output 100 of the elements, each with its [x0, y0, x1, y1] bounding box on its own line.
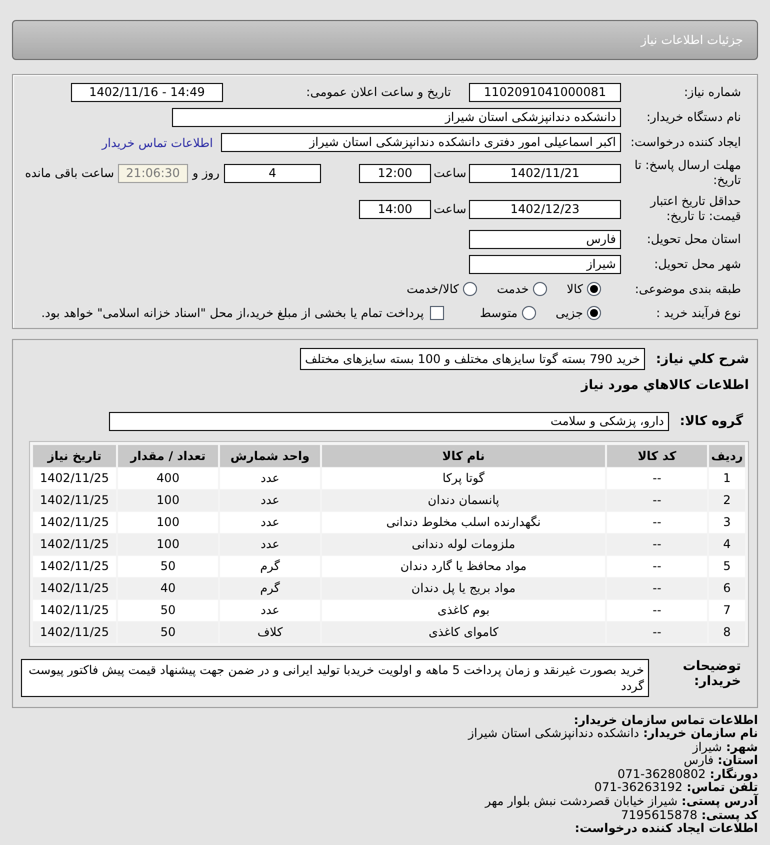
field-label: طبقه بندی موضوعی: — [634, 282, 741, 296]
description-field: خرید 790 بسته گوتا سایزهای مختلف و 100 بسته سایزهای مختلف — [300, 348, 645, 370]
table-cell: پانسمان دندان — [322, 490, 605, 510]
table-cell: 4 — [709, 534, 745, 554]
payment-label: پرداخت تمام یا بخشی از مبلغ خرید،از محل "اسناد خزانه اسلامی" خواهد بود. — [41, 305, 424, 322]
field-label: ساعت — [432, 202, 468, 216]
table-cell: 50 — [118, 600, 218, 620]
column-header: نام کالا — [322, 444, 605, 466]
table-cell: 100 — [118, 534, 218, 554]
table-cell: عدد — [220, 512, 320, 532]
contact-label: دورنگار: — [710, 768, 758, 782]
field-label: ساعت باقی مانده — [24, 166, 114, 180]
requester-field: اکبر اسماعیلی امور دفتری دانشکده دندانپزشکی استان شیراز — [221, 133, 621, 152]
radio-button[interactable] — [462, 282, 477, 296]
goods-group-field: دارو، پزشکی و سلامت — [109, 412, 669, 430]
field-label: توضیحات خریدار: — [682, 658, 742, 688]
radio-button[interactable] — [532, 282, 547, 296]
table-cell: -- — [607, 622, 707, 642]
city-field: شیراز — [469, 255, 621, 274]
radio-label: کالا — [566, 281, 583, 298]
column-header: تعداد / مقدار — [118, 444, 218, 466]
contact-value: 7195615878 — [620, 808, 698, 822]
buyer-contact-link[interactable]: اطلاعات تماس خریدار — [102, 134, 213, 152]
contact-label: کد پستی: — [701, 808, 758, 822]
table-cell: 6 — [709, 578, 745, 598]
deadline-time-field: 12:00 — [359, 164, 431, 182]
column-header: ردیف — [709, 444, 745, 466]
table-cell: 1402/11/25 — [33, 512, 116, 532]
table-cell: کاموای کاغذی — [322, 622, 605, 642]
table-cell: 1402/11/25 — [33, 534, 116, 554]
table-cell: 8 — [709, 622, 745, 642]
contact-label: نام سازمان خریدار: — [643, 727, 758, 741]
table-cell: 100 — [118, 512, 218, 532]
contact-label: شهر: — [726, 740, 758, 754]
validity-date-field: 1402/12/23 — [469, 200, 621, 218]
page-title: جزئیات اطلاعات نیاز — [640, 32, 743, 49]
table-cell: 1402/11/25 — [33, 490, 116, 510]
radio-label: جزیی — [556, 305, 583, 322]
table-cell: 1402/11/25 — [33, 578, 116, 598]
table-cell: 50 — [118, 622, 218, 642]
table-cell: 400 — [118, 468, 218, 488]
contact-label: تلفن تماس: — [686, 781, 758, 794]
table-cell: کلاف — [220, 622, 320, 642]
table-cell: -- — [607, 468, 707, 488]
field-label: شهر محل تحویل: — [653, 257, 741, 272]
field-label: مهلت ارسال پاسخ: تا تاریخ: — [633, 158, 741, 188]
table-cell: عدد — [220, 600, 320, 620]
table-cell: 1 — [709, 468, 745, 488]
checkbox[interactable] — [430, 306, 444, 320]
table-cell: نگهدارنده اسلب مخلوط دندانی — [322, 512, 605, 532]
table-cell: -- — [607, 534, 707, 554]
contact-label: آدرس پستی: — [682, 795, 758, 809]
table-cell: -- — [607, 600, 707, 620]
announce-date-field: 1402/11/16 - 14:49 — [71, 83, 223, 102]
field-label: تاریخ و ساعت اعلان عمومی: — [305, 85, 452, 100]
field-label: ساعت — [432, 166, 468, 180]
contact-value: شیراز خیابان قصردشت نبش بلوار مهر — [485, 795, 678, 809]
remaining-time-field: 21:06:30 — [118, 164, 188, 182]
table-cell: مواد محافظ یا گارد دندان — [322, 556, 605, 576]
days-field: 4 — [224, 164, 321, 182]
contact-title: اطلاعات تماس سازمان خریدار: — [574, 714, 758, 727]
contact-value: شیراز — [692, 740, 722, 754]
table-cell: 7 — [709, 600, 745, 620]
table-cell: 1402/11/25 — [33, 600, 116, 620]
field-label: نوع فرآیند خرید : — [655, 306, 741, 320]
table-cell: بوم کاغذی — [322, 600, 605, 620]
table-cell: 5 — [709, 556, 745, 576]
table-cell: گوتا پرکا — [322, 468, 605, 488]
radio-button[interactable] — [587, 282, 601, 296]
table-cell: 1402/11/25 — [33, 556, 116, 576]
field-label: استان محل تحویل: — [646, 232, 741, 247]
contact-label: استان: — [718, 754, 758, 768]
table-cell: 1402/11/25 — [33, 622, 116, 642]
radio-button[interactable] — [587, 306, 601, 320]
field-label: ایجاد کننده درخواست: — [629, 135, 741, 150]
need-number-field: 1102091041000081 — [469, 83, 621, 102]
table-cell: 1402/11/25 — [33, 468, 116, 488]
radio-button[interactable] — [522, 306, 536, 320]
field-label: حداقل تاریخ اعتبار قیمت: تا تاریخ: — [648, 194, 741, 224]
radio-label: کالا/خدمت — [406, 281, 459, 298]
table-cell: گرم — [220, 556, 320, 576]
table-cell: -- — [607, 578, 707, 598]
table-cell: 40 — [118, 578, 218, 598]
contact-value: 071-36263192 — [594, 781, 683, 796]
field-label: روز و — [191, 166, 220, 180]
radio-label: متوسط — [480, 305, 518, 322]
column-header: واحد شمارش — [220, 444, 320, 466]
buyer-org-field: دانشکده دندانپزشکی استان شیراز — [172, 108, 621, 127]
table-cell: -- — [607, 490, 707, 510]
table-cell: مواد بریج یا پل دندان — [322, 578, 605, 598]
table-cell: -- — [607, 512, 707, 532]
column-header: کد کالا — [607, 444, 707, 466]
contact-value: فارس — [684, 754, 714, 768]
deadline-date-field: 1402/11/21 — [469, 164, 621, 182]
contact-value: 071-36280802 — [617, 768, 706, 782]
table-cell: 100 — [118, 490, 218, 510]
field-label: گروه کالا: — [678, 414, 744, 428]
radio-label: خدمت — [496, 281, 529, 298]
table-cell: عدد — [220, 468, 320, 488]
field-label: شرح کلي نياز: — [654, 352, 749, 366]
